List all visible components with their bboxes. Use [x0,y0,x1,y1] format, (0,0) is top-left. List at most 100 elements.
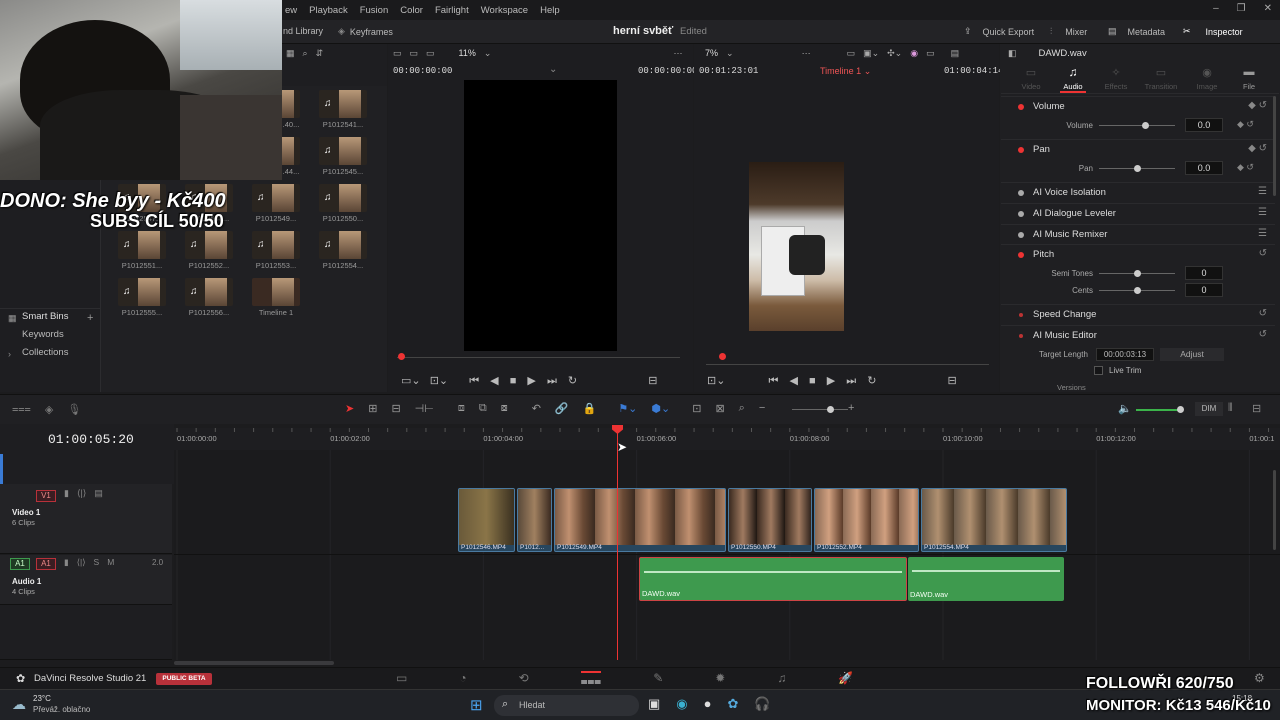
reset-icon[interactable]: ↺ [1259,248,1267,259]
media-thumbnail[interactable]: ♫ [319,231,367,259]
reset-icon[interactable]: ↺ [1259,329,1267,340]
pan-section[interactable]: Pan ◆ ↺ [1001,139,1275,159]
ai-voice-dot[interactable] [1018,190,1024,196]
live-trim-checkbox[interactable] [1094,366,1103,375]
menu-item-view[interactable]: ew [285,5,297,16]
inspector-scrollbar[interactable] [1273,96,1276,196]
semitones-knob[interactable] [1134,270,1141,277]
sort-icon[interactable]: ⇵ [316,48,324,59]
tab-effects[interactable]: Effects [1102,82,1130,91]
target-length-value[interactable]: 00:00:03:13 [1096,348,1154,361]
edge-icon[interactable]: ◉ [676,696,687,712]
mute-button[interactable]: M [107,557,114,568]
skip-back-icon[interactable]: ⏮ [769,375,779,387]
quick-export-button[interactable]: ⇪ Quick Export [964,26,1034,37]
file-tab-icon[interactable]: ▬ [1236,66,1262,78]
keyframes-tab[interactable]: ◈ Keyframes [338,26,393,37]
timeline-timecode[interactable]: 01:00:05:20 [48,432,134,447]
marker-icon[interactable]: ⬢⌄ [651,402,670,415]
dynamic-trim-icon[interactable]: ⊟ [391,402,400,415]
eye-icon[interactable]: ◈ [45,403,53,416]
zoom-fit-icon[interactable]: ⊡ [692,402,701,415]
volume-track[interactable] [1099,125,1175,126]
tab-video[interactable]: Video [1018,82,1044,91]
skip-forward-icon[interactable]: ⏭ [547,375,557,387]
menu-item-fusion[interactable]: Fusion [360,5,389,16]
chevron-down-icon[interactable]: ⌄ [726,48,734,59]
monitor-icon[interactable]: ▣⌄ [863,48,879,59]
select-tool-icon[interactable]: ➤ [345,402,354,415]
mixer-toggle-icon[interactable]: ⊟ [1252,402,1261,415]
ai-dialogue-section[interactable]: AI Dialogue Leveler ☰ [1001,203,1275,223]
task-view-icon[interactable]: ▣ [648,696,660,712]
solo-button[interactable]: S [94,557,100,568]
tab-audio[interactable]: Audio [1060,82,1086,93]
audio-track-name[interactable]: Audio 1 [12,577,41,586]
obs-icon[interactable]: ● [704,696,712,712]
media-thumbnail[interactable]: ♫ [319,90,367,118]
reset-icon[interactable]: ↺ [1259,308,1267,319]
insert-icon[interactable]: ⧈ [458,402,465,415]
layout-icon[interactable]: ▭ [393,48,402,59]
crop-icon[interactable]: ⊡⌄ [707,375,725,387]
layout-single-icon[interactable]: ▭ [926,48,935,59]
audio-page-icon[interactable]: ♫ [777,671,786,689]
loop-icon[interactable]: ↻ [867,375,876,387]
video-clip[interactable]: P1012554.MP4 [921,488,1067,552]
transform-icon[interactable]: ✣⌄ [887,48,902,59]
zoom-in-icon[interactable]: + [848,402,854,414]
tab-transition[interactable]: Transition [1144,82,1178,91]
reset-icon[interactable]: ◆ ↺ [1248,143,1267,154]
auto-select-icon[interactable]: ⟨|⟩ [77,488,86,499]
media-thumbnail[interactable]: ♫ [185,278,233,306]
video-clip[interactable]: P1012549.MP4 [554,488,726,552]
lock-icon[interactable]: ▮ [64,488,69,499]
media-thumbnail[interactable]: ♫ [118,278,166,306]
zoom-detail-icon[interactable]: ⊠ [715,402,724,415]
timeline-scrubber[interactable] [706,364,989,365]
compare-icon[interactable]: ◧ [1008,48,1017,59]
color-icon[interactable]: ◉ [910,48,918,59]
video-clip[interactable]: P1012552.MP4 [814,488,919,552]
more-icon[interactable]: ⋯ [802,48,811,59]
trim-tool-icon[interactable]: ⊞ [368,402,377,415]
pan-value[interactable]: 0.0 [1185,161,1223,175]
zoom-left[interactable]: 11% [459,48,476,58]
audio-track-id[interactable]: A1 [36,558,56,570]
monitor-level-slider[interactable] [1136,409,1180,411]
timeline-viewer-playhead[interactable] [719,353,726,360]
deliver-page-icon[interactable]: 🚀 [838,671,853,689]
keyframe-icon[interactable]: ◆ ↺ [1237,119,1254,130]
menu-icon[interactable]: ☰ [1258,186,1267,197]
audio-clip[interactable]: DAWD.wav [908,557,1064,601]
snapping-icon[interactable]: ↶ [532,402,541,415]
timeline-vscroll[interactable] [1273,470,1276,550]
timeline-name[interactable]: Timeline 1 ⌄ [820,66,871,77]
inspector-button[interactable]: ✂ Inspector [1183,26,1243,37]
fullscreen-icon[interactable]: ⊟ [948,375,957,387]
pitch-section[interactable]: Pitch ↺ [1001,244,1275,264]
window-icon[interactable]: ▭ [847,48,856,59]
maximize-icon[interactable]: ❐ [1237,3,1246,14]
ai-voice-section[interactable]: AI Voice Isolation ☰ [1001,182,1275,202]
volume-enable-dot[interactable] [1018,104,1024,110]
overlay-icon[interactable]: ⊡⌄ [430,375,448,387]
lock-icon[interactable]: ▮ [64,557,69,568]
zoom-slider[interactable] [792,409,848,410]
speaker-icon[interactable]: 🔈 [1118,402,1132,415]
tab-image[interactable]: Image [1194,82,1220,91]
reset-icon[interactable]: ◆ ↺ [1248,100,1267,111]
fullscreen-icon[interactable]: ⊟ [648,375,657,387]
media-thumbnail[interactable]: ♫ [252,231,300,259]
view-mode-icon[interactable]: ▭⌄ [401,375,421,387]
menu-icon[interactable]: ☰ [1258,228,1267,239]
menu-item-help[interactable]: Help [540,5,560,16]
ai-music-dot[interactable] [1018,232,1024,238]
menu-item-color[interactable]: Color [400,5,423,16]
resolve-taskbar-icon[interactable]: ✿ [728,696,739,712]
menu-item-playback[interactable]: Playback [309,5,348,16]
video-clip[interactable]: P1012... [517,488,552,552]
video-clip[interactable]: P1012546.MP4 [458,488,515,552]
cut-page-icon[interactable]: ◔ [459,671,466,689]
metadata-button[interactable]: ▤ Metadata [1108,26,1165,37]
